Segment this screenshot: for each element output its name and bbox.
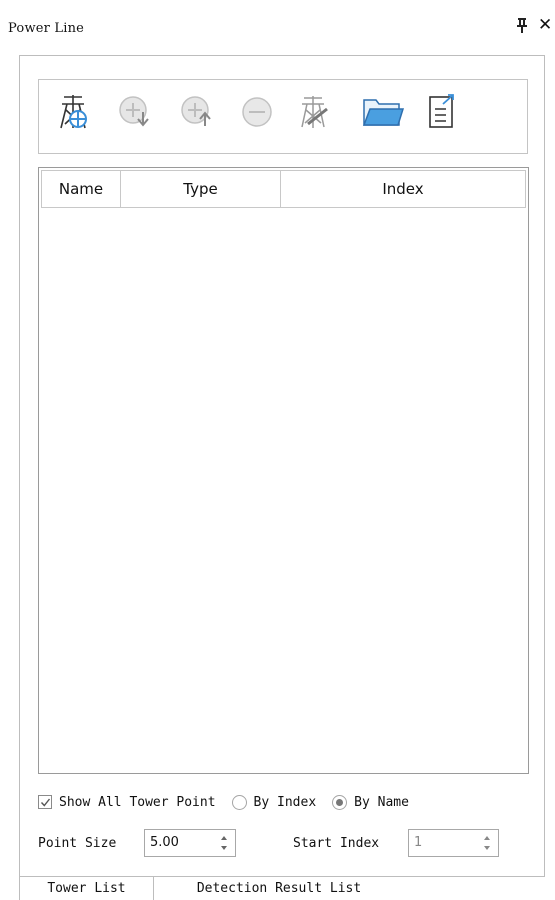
show-all-label: Show All Tower Point [59, 794, 216, 810]
checkmark-icon [40, 798, 50, 807]
toolbar [38, 79, 528, 154]
tab-detection-result-list[interactable]: Detection Result List [154, 877, 404, 900]
spinner-arrows-icon[interactable] [482, 834, 492, 852]
start-index-label: Start Index [293, 836, 380, 851]
tab-bar: Tower List Detection Result List [19, 877, 555, 900]
open-folder-icon [361, 92, 405, 136]
export-document-icon [422, 92, 462, 136]
remove-icon [237, 92, 277, 136]
close-icon[interactable]: ✕ [538, 15, 552, 35]
by-name-radio[interactable] [332, 794, 348, 810]
start-index-spinner[interactable]: 1 [408, 829, 499, 857]
point-size-label: Point Size [38, 836, 117, 851]
remove-button[interactable] [235, 92, 279, 136]
tab-tower-list[interactable]: Tower List [19, 877, 154, 900]
edit-tower-icon [294, 92, 334, 136]
display-options: Show All Tower Point By Index By Name [38, 792, 409, 812]
show-all-checkbox[interactable] [38, 795, 52, 809]
by-name-label: By Name [354, 794, 409, 810]
open-folder-button[interactable] [361, 92, 405, 136]
add-tower-button[interactable] [52, 92, 96, 136]
move-up-button[interactable] [176, 92, 220, 136]
tower-list[interactable]: Name Type Index [38, 167, 529, 774]
radio-selected-dot [336, 798, 344, 806]
panel-title: Power Line [8, 21, 85, 36]
point-size-spinner[interactable]: 5.00 [144, 829, 236, 857]
export-document-button[interactable] [420, 92, 464, 136]
move-up-icon [178, 92, 218, 136]
add-tower-icon [54, 92, 94, 136]
column-header-type[interactable]: Type [121, 171, 281, 207]
title-bar: Power Line ✕ [0, 0, 555, 52]
list-header: Name Type Index [41, 170, 526, 208]
spinner-arrows-icon[interactable] [219, 834, 229, 852]
by-index-label: By Index [253, 794, 317, 810]
edit-tower-button[interactable] [292, 92, 336, 136]
move-down-icon [116, 92, 156, 136]
column-header-index[interactable]: Index [281, 171, 525, 207]
point-size-value[interactable]: 5.00 [150, 835, 179, 850]
pin-icon[interactable] [516, 18, 528, 34]
move-down-button[interactable] [114, 92, 158, 136]
column-header-name[interactable]: Name [42, 171, 121, 207]
start-index-value[interactable]: 1 [414, 835, 422, 850]
by-index-radio[interactable] [231, 794, 247, 810]
